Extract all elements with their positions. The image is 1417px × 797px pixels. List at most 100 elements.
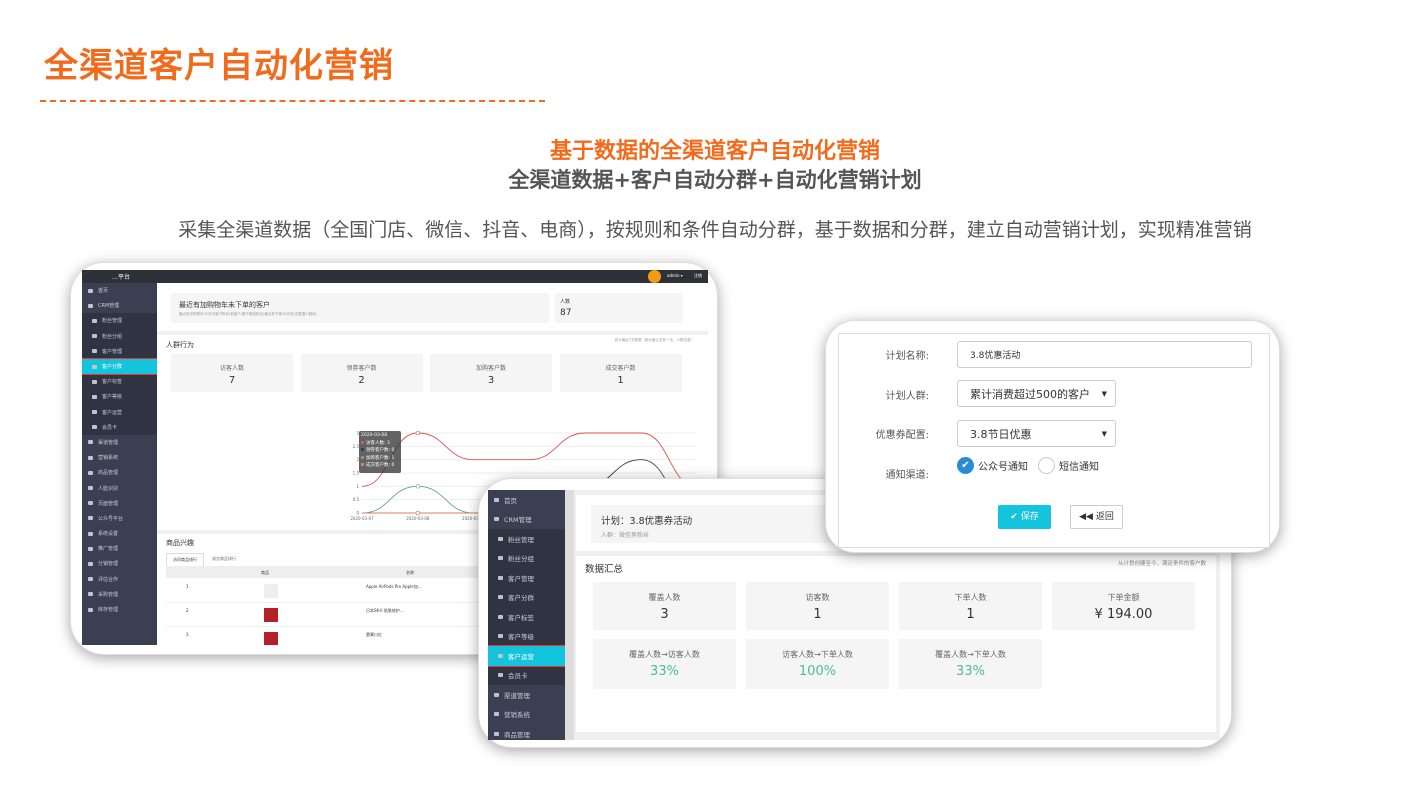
rate-label: 覆盖人数→访客人数	[629, 650, 700, 659]
sidebar-item[interactable]: CRM管理	[488, 510, 565, 530]
sidebar-item-label: 系统设置	[98, 531, 119, 538]
sidebar-item-label: 首页	[504, 496, 517, 505]
stat-value: 7	[228, 375, 236, 386]
menu-icon	[88, 440, 93, 445]
tooltip-row: 成交客户数: 0	[366, 463, 395, 468]
sidebar-item[interactable]: 客户管理	[488, 568, 565, 588]
y-tick-label: 0	[356, 511, 359, 516]
group-description: 最近有加购物车30天内客户粉丝/老客户(基于微信粉丝)最近有下单30天内(无数据…	[179, 312, 318, 316]
back-button[interactable]: ◀◀ 返回	[1070, 505, 1123, 529]
channel-options: ✔ 公众号通知 短信通知	[957, 457, 1099, 474]
menu-icon	[88, 455, 93, 460]
sidebar-item[interactable]: 商品管理	[488, 724, 565, 740]
channel-label: 通知渠道:	[885, 470, 929, 481]
menu-icon	[92, 425, 97, 430]
sidebar-item[interactable]: 营销系统	[488, 705, 565, 725]
y-tick-label: 1	[356, 484, 359, 489]
coupon-value: 3.8节日优惠	[970, 427, 1032, 441]
plan-name-input[interactable]: 3.8优惠活动	[957, 341, 1252, 368]
sidebar-item-label: 库存管理	[98, 607, 119, 614]
summary-card: 访客数 1	[746, 582, 889, 630]
menu-icon	[498, 575, 503, 580]
app-title: …平台	[112, 274, 131, 281]
sidebar-item[interactable]: 首页	[488, 490, 565, 510]
sidebar-item[interactable]: 推广管理	[82, 541, 157, 556]
sidebar-item[interactable]: 客户标签	[488, 607, 565, 627]
sidebar-scrollbar[interactable]	[565, 490, 574, 740]
sidebar-item[interactable]: 分销管理	[82, 556, 157, 571]
sidebar-item[interactable]: 采购管理	[82, 587, 157, 602]
stat-card: 加购客户数 3	[430, 354, 552, 392]
sidebar-item[interactable]: 会员卡	[82, 419, 157, 435]
sidebar-item[interactable]: 页面管理	[82, 496, 157, 511]
sidebar-item-label: CRM管理	[98, 303, 120, 310]
people-card: 人数 87	[555, 293, 683, 323]
sidebar-item[interactable]: 会员卡	[488, 665, 565, 685]
sidebar-item[interactable]: 客户运营	[82, 404, 157, 420]
menu-icon	[88, 501, 93, 506]
logout-link[interactable]: 注销	[694, 273, 702, 279]
menu-icon	[88, 531, 93, 536]
sidebar-item[interactable]: 粉丝管理	[82, 313, 157, 329]
sidebar-item[interactable]: 库存管理	[82, 602, 157, 617]
sidebar-item-label: 客户等级	[102, 394, 123, 401]
sidebar-item-label: 首页	[98, 288, 109, 295]
summary-card: 下单金额 ¥ 194.00	[1052, 582, 1195, 630]
menu-icon	[88, 546, 93, 551]
sidebar-item[interactable]: 客户分群	[82, 357, 158, 376]
wechat-radio-checked[interactable]: ✔	[957, 457, 974, 474]
tab-visited-products[interactable]: 访问商品排行	[166, 553, 204, 566]
summary-card: 下单人数 1	[899, 582, 1042, 630]
sidebar-item-label: 评估合作	[98, 576, 119, 583]
sidebar-item[interactable]: 粉丝管理	[488, 529, 565, 549]
user-menu[interactable]: admin ▾	[667, 273, 683, 278]
data-point	[415, 484, 420, 489]
sidebar-item-label: 客户运营	[508, 652, 534, 661]
summary-panel: 数据汇总 从计划创建至今，满足条件的客户数 覆盖人数 3 访客数 1 下单人数 1 下单金额…	[576, 556, 1216, 732]
sms-radio[interactable]	[1038, 457, 1055, 474]
sidebar-item-label: CRM管理	[504, 516, 532, 525]
sidebar-item[interactable]: 客户分群	[488, 587, 565, 607]
header-name: 名称	[406, 570, 414, 575]
sidebar-item[interactable]: 渠道管理	[488, 685, 565, 705]
sidebar-item[interactable]: 粉丝分组	[82, 328, 157, 344]
sidebar-item[interactable]: CRM管理	[82, 298, 157, 313]
menu-icon	[88, 592, 93, 597]
sidebar-item[interactable]: 商品管理	[82, 465, 157, 480]
wechat-notify-label[interactable]: 公众号通知	[978, 458, 1028, 473]
tab-sold-products[interactable]: 成交商品排行	[212, 556, 236, 562]
plan-crowd-select[interactable]: 累计消费超过500的客户 ▼	[957, 380, 1116, 407]
coupon-select[interactable]: 3.8节日优惠 ▼	[957, 420, 1116, 447]
save-button[interactable]: ✔ 保存	[998, 505, 1051, 529]
sidebar-item[interactable]: 客户等级	[82, 389, 157, 405]
sidebar-item[interactable]: 公众号平台	[82, 511, 157, 526]
row-rank: 2	[186, 608, 189, 613]
row-name: Apple AirPods Pro Apple加…	[366, 584, 422, 589]
menu-icon	[494, 497, 499, 502]
stat-card: 领券客户数 2	[300, 354, 423, 392]
sidebar-item[interactable]: 首页	[82, 283, 157, 298]
sidebar-item-label: 客户标签	[102, 379, 123, 386]
sidebar-item[interactable]: 渠道管理	[82, 435, 157, 450]
sms-notify-label[interactable]: 短信通知	[1059, 458, 1099, 473]
sidebar-item[interactable]: 客户运营	[488, 645, 566, 667]
sidebar-item-label: 粉丝分组	[508, 555, 534, 564]
menu-icon	[494, 712, 499, 717]
stat-card: 成交客户数 1	[559, 354, 682, 392]
rate-label: 访客人数→下单人数	[782, 650, 853, 659]
sidebar-item-label: 粉丝管理	[508, 535, 534, 544]
group-card: 最近有加购物车未下单的客户 最近有加购物车30天内客户粉丝/老客户(基于微信粉丝…	[171, 293, 549, 323]
sidebar-item[interactable]: 客户等级	[488, 626, 565, 646]
sidebar-item[interactable]: 粉丝分组	[488, 548, 565, 568]
summary-label: 下单金额	[1107, 593, 1140, 602]
avatar[interactable]	[648, 270, 661, 283]
coupon-label: 优惠券配置:	[875, 430, 929, 441]
sidebar-item[interactable]: 客户管理	[82, 343, 157, 359]
sidebar-item[interactable]: 营销系统	[82, 450, 157, 465]
sidebar-item[interactable]: 评估合作	[82, 572, 157, 587]
sidebar-item[interactable]: 人脸识别	[82, 480, 157, 495]
sidebar-item-label: 会员卡	[508, 672, 528, 681]
sidebar-item[interactable]: 客户标签	[82, 374, 157, 390]
sidebar-item[interactable]: 系统设置	[82, 526, 157, 541]
rate-value: 100%	[798, 664, 837, 679]
